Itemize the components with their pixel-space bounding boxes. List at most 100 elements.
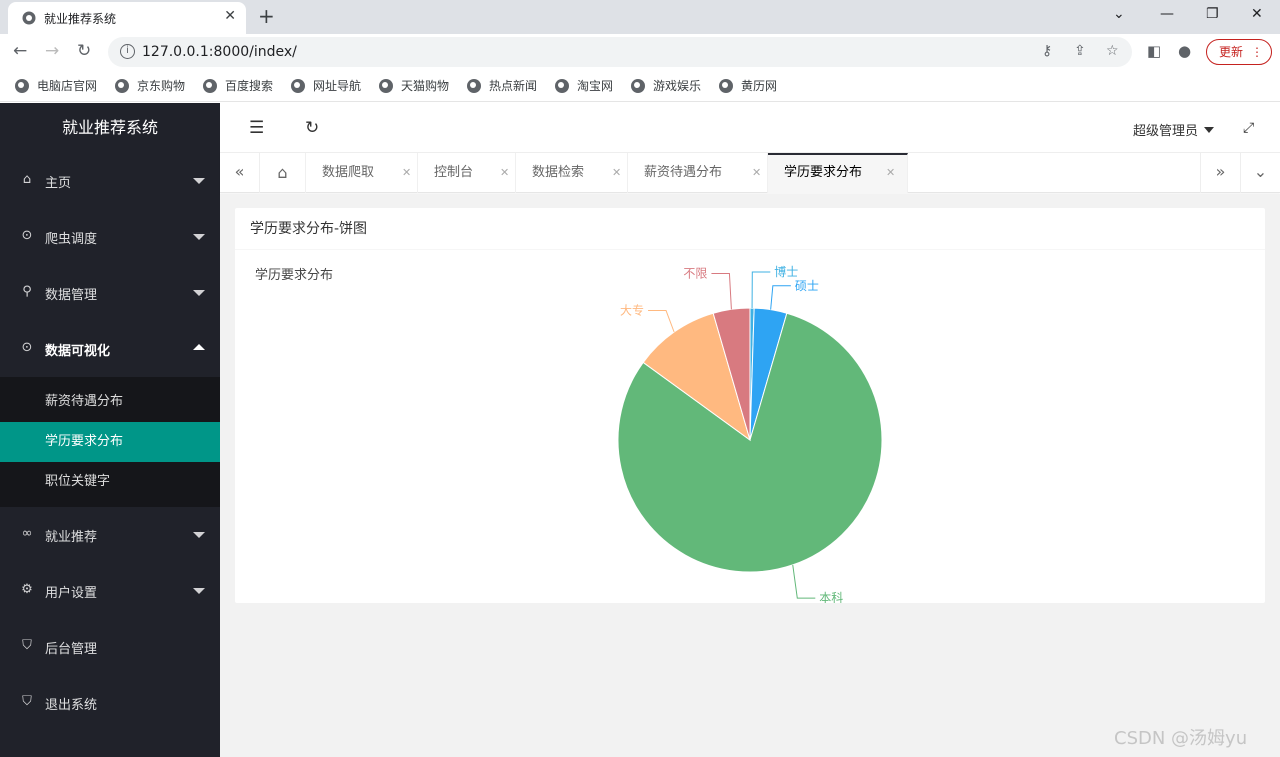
shield-icon: ⛉	[22, 694, 32, 709]
chevron-down-icon	[193, 532, 205, 538]
globe-icon	[719, 78, 733, 93]
tab-education[interactable]: 学历要求分布 ✕	[768, 153, 908, 193]
share-icon[interactable]: ⇪	[1074, 43, 1086, 59]
new-tab-button[interactable]: +	[258, 4, 275, 28]
close-icon[interactable]: ✕	[500, 153, 509, 193]
sidebar-item-home[interactable]: ⌂ 主页	[0, 153, 220, 209]
bookmark-star-icon[interactable]: ☆	[1106, 43, 1119, 59]
chevron-down-icon	[193, 178, 205, 184]
bookmarks-bar: 电脑店官网 京东购物 百度搜索 网址导航 天猫购物 热点新闻 淘宝网 游戏娱乐 …	[0, 70, 1280, 102]
sidebar-item-user-settings[interactable]: ⚙ 用户设置	[0, 563, 220, 619]
chevron-up-icon	[193, 344, 205, 350]
browser-tab[interactable]: 就业推荐系统 ✕	[8, 2, 246, 34]
address-bar[interactable]: i 127.0.0.1:8000/index/ ⚷ ⇪ ☆	[108, 37, 1132, 67]
top-header: ☰ ↻ 超级管理员 ⤢	[220, 103, 1280, 153]
sidebar-item-admin[interactable]: ⛉ 后台管理	[0, 619, 220, 675]
leader-line-本科	[792, 564, 816, 599]
leader-line-博士	[751, 271, 771, 309]
submenu-keywords[interactable]: 职位关键字	[0, 462, 220, 502]
tab-home[interactable]: ⌂	[260, 153, 306, 193]
pie-label-不限: 不限	[683, 266, 707, 280]
close-tab-icon[interactable]: ✕	[224, 8, 236, 24]
close-icon[interactable]: ✕	[612, 153, 621, 193]
close-icon[interactable]: ✕	[752, 153, 761, 193]
key-icon[interactable]: ⚷	[1042, 43, 1052, 59]
bookmark-item[interactable]: 百度搜索	[203, 77, 273, 94]
reload-icon[interactable]: ↻	[77, 41, 91, 61]
sidebar-item-logout[interactable]: ⛉ 退出系统	[0, 675, 220, 731]
app-logo: 就业推荐系统	[61, 118, 158, 137]
sidepanel-icon[interactable]: ◧	[1147, 42, 1161, 60]
globe-icon	[291, 78, 305, 93]
close-window-icon[interactable]: ✕	[1251, 6, 1263, 22]
profile-icon[interactable]: ●	[1178, 42, 1191, 60]
bookmark-item[interactable]: 游戏娱乐	[631, 77, 701, 94]
page-tabs: « ⌂ 数据爬取 ✕ 控制台 ✕ 数据检索 ✕ 薪资待遇分布 ✕ 学历要求分布 ✕ » ⌄	[220, 153, 1280, 193]
forward-icon[interactable]: →	[45, 41, 59, 61]
browser-tab-strip: 就业推荐系统 ✕ + ⌄ — ❐ ✕	[0, 0, 1280, 34]
gear-icon: ⚙	[21, 582, 33, 597]
shield-icon: ⛉	[22, 638, 32, 653]
close-icon[interactable]: ✕	[886, 155, 895, 191]
pie-label-博士: 博士	[774, 264, 798, 279]
tab-search[interactable]: 数据检索 ✕	[516, 153, 628, 193]
more-icon: ⋮	[1251, 45, 1263, 59]
tab-crawl[interactable]: 数据爬取 ✕	[306, 153, 418, 193]
tab-console[interactable]: 控制台 ✕	[418, 153, 516, 193]
sidebar: 就业推荐系统 ⌂ 主页 ⊙ 爬虫调度 ⚲ 数据管理 ⊙ 数据可视化 薪资待遇分布…	[0, 103, 220, 757]
download-circle-icon: ⊙	[21, 228, 33, 243]
tabs-menu-chevron-icon[interactable]: ⌄	[1240, 153, 1280, 193]
bookmark-item[interactable]: 淘宝网	[555, 77, 613, 94]
tab-salary[interactable]: 薪资待遇分布 ✕	[628, 153, 768, 193]
chevron-down-icon	[193, 588, 205, 594]
bookmark-item[interactable]: 黄历网	[719, 77, 777, 94]
download-circle-icon: ⊙	[21, 340, 33, 355]
close-icon[interactable]: ✕	[402, 153, 411, 193]
card-title: 学历要求分布-饼图	[235, 208, 1265, 250]
leader-line-大专	[648, 310, 675, 333]
globe-icon	[115, 78, 129, 93]
leader-line-不限	[711, 272, 732, 310]
admin-dropdown[interactable]: 超级管理员	[1133, 120, 1215, 139]
restore-icon[interactable]: ❐	[1206, 6, 1219, 22]
globe-icon	[555, 78, 569, 93]
bookmark-item[interactable]: 电脑店官网	[15, 77, 97, 94]
chevron-down-icon	[193, 290, 205, 296]
globe-icon	[467, 78, 481, 93]
bookmark-item[interactable]: 天猫购物	[379, 77, 449, 94]
bookmark-item[interactable]: 京东购物	[115, 77, 185, 94]
refresh-icon[interactable]: ↻	[305, 118, 319, 138]
tab-search-icon[interactable]: ⌄	[1113, 6, 1125, 22]
submenu-salary[interactable]: 薪资待遇分布	[0, 382, 220, 422]
home-icon: ⌂	[22, 172, 32, 187]
home-icon: ⌂	[277, 163, 288, 182]
update-label: 更新	[1219, 45, 1244, 59]
watermark: CSDN @汤姆yu	[1114, 728, 1248, 749]
menu-toggle-icon[interactable]: ☰	[249, 118, 264, 138]
browser-tab-title: 就业推荐系统	[44, 12, 117, 26]
visualization-submenu: 薪资待遇分布 学历要求分布 职位关键字	[0, 377, 220, 507]
globe-icon	[631, 78, 645, 93]
bookmark-item[interactable]: 热点新闻	[467, 77, 537, 94]
caret-down-icon	[1204, 127, 1215, 133]
sidebar-item-crawler[interactable]: ⊙ 爬虫调度	[0, 209, 220, 265]
fullscreen-icon[interactable]: ⤢	[1243, 120, 1254, 136]
sidebar-item-data-manage[interactable]: ⚲ 数据管理	[0, 265, 220, 321]
minimize-icon[interactable]: —	[1160, 6, 1174, 22]
work-area: 学历要求分布-饼图 学历要求分布 博士 硕士 本科 大专 不限	[220, 194, 1280, 757]
tabs-scroll-right-icon[interactable]: »	[1200, 153, 1240, 193]
pie-label-大专: 大专	[620, 303, 644, 318]
link-icon: ∞	[21, 526, 33, 541]
submenu-education[interactable]: 学历要求分布	[0, 422, 220, 462]
bookmark-item[interactable]: 网址导航	[291, 77, 361, 94]
sidebar-item-visualization[interactable]: ⊙ 数据可视化	[0, 321, 220, 377]
back-icon[interactable]: ←	[13, 41, 27, 61]
sidebar-item-recommend[interactable]: ∞ 就业推荐	[0, 507, 220, 563]
chevron-down-icon	[193, 234, 205, 240]
chart-card: 学历要求分布-饼图 学历要求分布 博士 硕士 本科 大专 不限	[235, 208, 1265, 603]
url-text[interactable]: 127.0.0.1:8000/index/	[142, 44, 297, 60]
update-button[interactable]: 更新 ⋮	[1206, 39, 1272, 65]
site-info-icon[interactable]: i	[120, 44, 135, 59]
tabs-scroll-left-icon[interactable]: «	[220, 153, 260, 193]
globe-icon	[379, 78, 393, 93]
